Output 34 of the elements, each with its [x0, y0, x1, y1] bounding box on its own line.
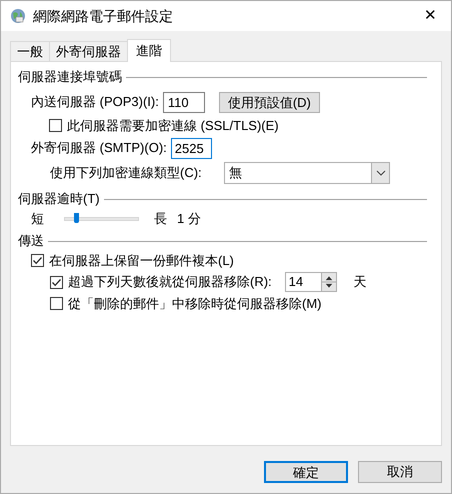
- slider-thumb[interactable]: [74, 213, 79, 223]
- checkbox[interactable]: [31, 254, 44, 267]
- encryption-dropdown[interactable]: 無: [224, 162, 390, 184]
- default-button[interactable]: 使用預設值(D): [218, 92, 320, 112]
- section-title: 傳送: [18, 232, 44, 250]
- checkbox[interactable]: [50, 276, 63, 288]
- close-button[interactable]: ✕: [422, 4, 439, 28]
- dialog-button[interactable]: 取消: [358, 461, 442, 483]
- tab[interactable]: 一般: [10, 41, 50, 61]
- slider-label: 長: [154, 210, 167, 228]
- port-field[interactable]: 110: [162, 92, 205, 112]
- spinner-arrows-icon[interactable]: [320, 273, 336, 291]
- checkbox[interactable]: [49, 119, 62, 132]
- dialog-button[interactable]: 確定: [264, 461, 348, 483]
- day-spinner[interactable]: 14: [284, 272, 337, 292]
- checkbox-label[interactable]: 在伺服器上保留一份郵件複本(L): [49, 250, 234, 270]
- slider-label: 短: [31, 210, 45, 228]
- tab[interactable]: 外寄伺服器: [49, 41, 128, 61]
- tab[interactable]: 進階: [127, 39, 171, 62]
- section-title: 伺服器逾時(T): [18, 190, 100, 208]
- globe-icon: [10, 8, 26, 24]
- window-title: 網際網路電子郵件設定: [33, 6, 174, 26]
- caret-icon[interactable]: [371, 163, 389, 183]
- unit-label: 天: [354, 273, 367, 292]
- field-label: 外寄伺服器 (SMTP)(O):: [31, 139, 167, 158]
- checkbox-label[interactable]: 從「刪除的郵件」中移除時從伺服器移除(M): [68, 294, 322, 314]
- checkbox-label[interactable]: 此伺服器需要加密連線 (SSL/TLS)(E): [67, 116, 279, 136]
- section-title: 伺服器連接埠號碼: [18, 68, 122, 86]
- field-label: 內送伺服器 (POP3)(I):: [31, 93, 159, 112]
- port-field[interactable]: 2525: [170, 138, 212, 158]
- field-label: 使用下列加密連線類型(C):: [50, 164, 203, 182]
- timeout-reading: 1 分: [177, 210, 201, 228]
- checkbox[interactable]: [50, 297, 63, 310]
- checkbox-label[interactable]: 超過下列天數後就從伺服器移除(R):: [68, 272, 272, 292]
